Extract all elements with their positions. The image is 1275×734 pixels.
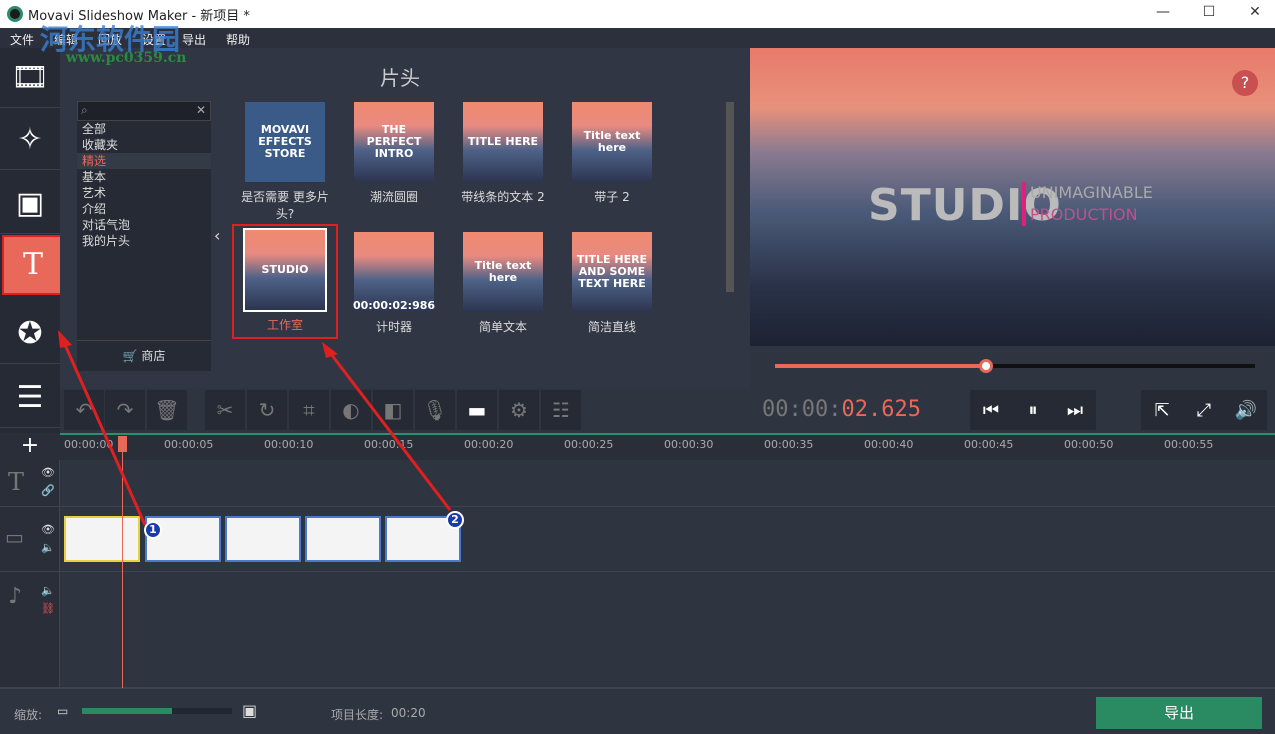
annotation-arrows — [58, 330, 452, 526]
project-length-value: 00:20 — [391, 706, 426, 720]
export-button[interactable]: 导出 — [1096, 697, 1262, 729]
watermark-url: www.pc0359.cn — [66, 50, 187, 66]
footer-bar: 缩放: ▭ ▣ 项目长度: 00:20 导出 — [0, 688, 1275, 734]
zoom-slider-fill — [82, 708, 172, 714]
annotation-arrow-1 — [60, 337, 147, 526]
arrowhead-1 — [58, 330, 72, 348]
annotation-arrow-2 — [326, 349, 452, 511]
zoom-label: 缩放: — [14, 708, 43, 722]
project-length-label: 项目长度: — [331, 708, 384, 722]
zoom-slider[interactable] — [82, 708, 232, 714]
zoom-in-icon[interactable]: ▣ — [242, 701, 257, 720]
zoom-out-icon[interactable]: ▭ — [57, 704, 68, 718]
arrowhead-2 — [322, 342, 338, 358]
